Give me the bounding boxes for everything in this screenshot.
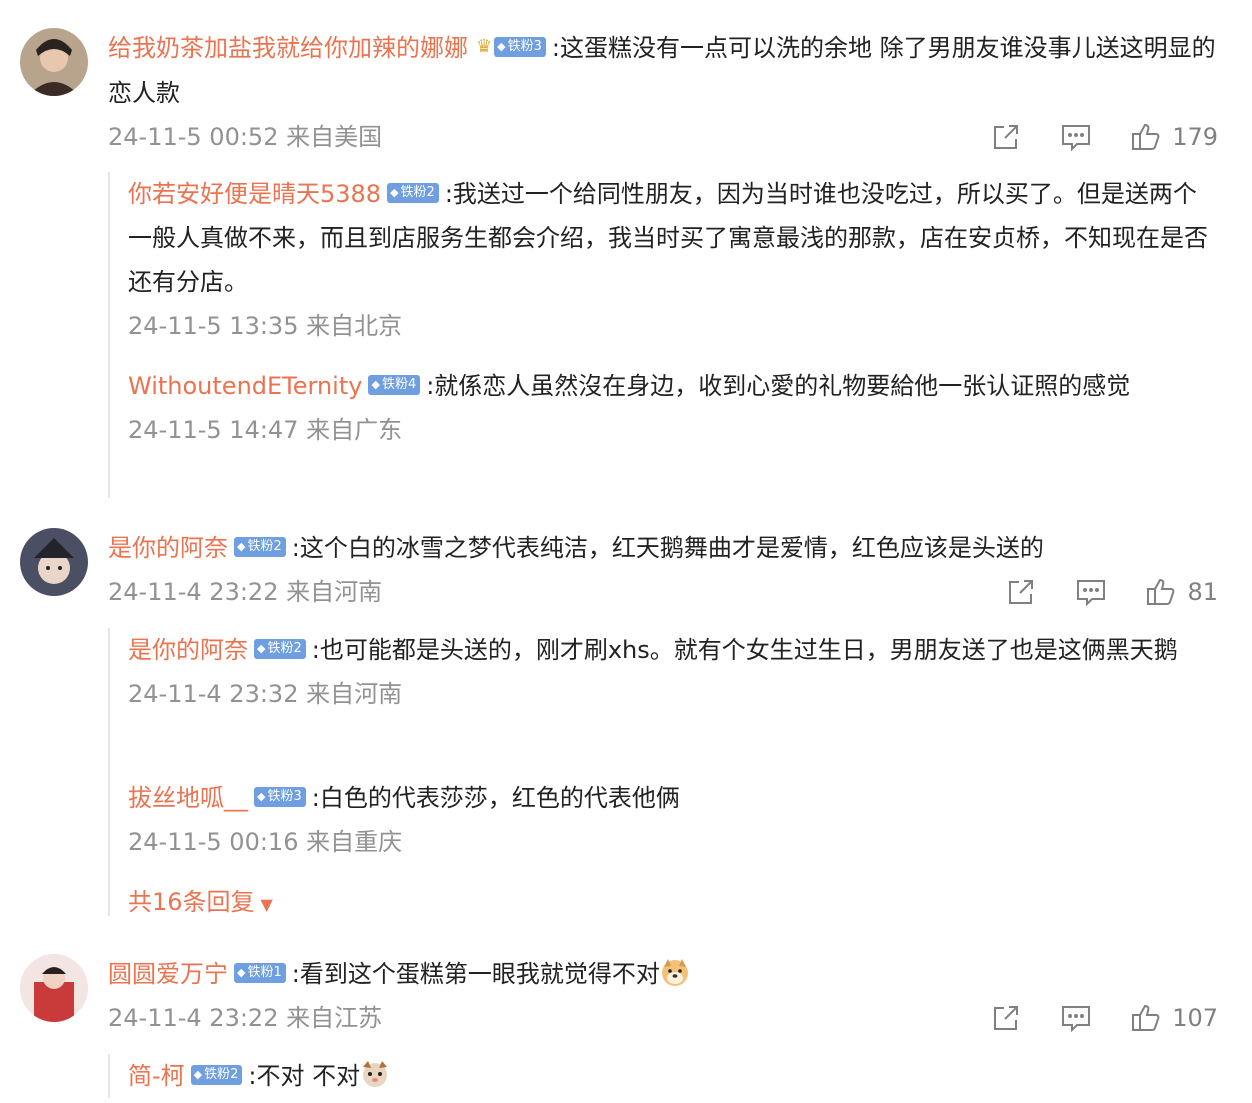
username-link[interactable]: 给我奶茶加盐我就给你加辣的娜娜 xyxy=(108,34,468,62)
like-count: 179 xyxy=(1172,123,1218,151)
like-button[interactable]: 179 xyxy=(1130,121,1218,153)
comment-icon xyxy=(1060,1002,1092,1034)
like-count: 81 xyxy=(1187,578,1218,606)
reply-thread: 是你的阿奈 ◆ 铁粉2:也可能都是头送的，刚才刷xhs。就有个女生过生日，男朋友送了… xyxy=(108,628,1178,916)
fan-badge[interactable]: ◆ 铁粉2 xyxy=(254,639,306,659)
reply-content: WithoutendETernity ◆ 铁粉4:就係恋人虽然沒在身边，收到心愛的礼… xyxy=(128,364,1208,408)
avatar[interactable] xyxy=(20,528,88,596)
more-replies-label[interactable]: 共16条回复 xyxy=(128,888,255,916)
share-icon xyxy=(990,121,1022,153)
like-count: 107 xyxy=(1172,1004,1218,1032)
comment-icon xyxy=(1075,576,1107,608)
share-icon xyxy=(990,1002,1022,1034)
reply-content: 你若安好便是晴天5388 ◆ 铁粉2:我送过一个给同性朋友，因为当时谁也没吃过，所以… xyxy=(128,172,1208,304)
reply-meta: 24-11-5 00:16 来自重庆 xyxy=(128,828,403,856)
share-button[interactable] xyxy=(990,1002,1022,1034)
more-replies-link[interactable]: 共16条回复 ▼ xyxy=(110,880,1218,927)
crown-icon: ♛ xyxy=(476,36,493,57)
fan-badge[interactable]: ◆ 铁粉2 xyxy=(190,1065,243,1085)
reply-item: 简-柯 ◆ 铁粉2:不对 不对 xyxy=(110,1054,1218,1098)
reply-item: WithoutendETernity ◆ 铁粉4:就係恋人虽然沒在身边，收到心愛的礼… xyxy=(110,364,1218,452)
comment-content: 给我奶茶加盐我就给你加辣的娜娜 ♛ ◆ 铁粉3:这蛋糕没有一点可以洗的余地 除了男朋友… xyxy=(108,26,1218,115)
comment-content: 圆圆爱万宁 ◆ 铁粉1:看到这个蛋糕第一眼我就觉得不对 xyxy=(108,952,1218,996)
reply-text: :也可能都是头送的，刚才刷xhs。就有个女生过生日，男朋友送了也是这俩黑天鹅 xyxy=(311,636,1178,664)
like-icon xyxy=(1145,576,1177,608)
reply-thread: 你若安好便是晴天5388 ◆ 铁粉2:我送过一个给同性朋友，因为当时谁也没吃过，所以… xyxy=(108,172,1208,498)
username-link[interactable]: 简-柯 xyxy=(128,1062,185,1090)
fan-badge[interactable]: ◆ 铁粉1 xyxy=(234,963,286,983)
dog-emoji-icon xyxy=(660,957,690,987)
cat-emoji-icon xyxy=(360,1059,390,1089)
reply-text: :不对 不对 xyxy=(248,1062,361,1090)
reply-meta: 24-11-5 14:47 来自广东 xyxy=(128,416,403,444)
username-link[interactable]: WithoutendETernity xyxy=(128,372,362,400)
avatar[interactable] xyxy=(20,954,88,1022)
fan-badge[interactable]: ◆ 铁粉2 xyxy=(234,537,286,557)
username-link[interactable]: 是你的阿奈 xyxy=(108,534,228,562)
share-button[interactable] xyxy=(990,121,1022,153)
username-link[interactable]: 圆圆爱万宁 xyxy=(108,960,228,988)
fan-badge[interactable]: ◆ 铁粉3 xyxy=(494,37,546,57)
username-link[interactable]: 是你的阿奈 xyxy=(128,636,248,664)
like-icon xyxy=(1130,1002,1162,1034)
reply-meta: 24-11-4 23:32 来自河南 xyxy=(128,680,403,708)
reply-content: 拔丝地呱__ ◆ 铁粉3:白色的代表莎莎，红色的代表他俩 xyxy=(128,776,1218,820)
comment-button[interactable] xyxy=(1075,576,1107,608)
comment-icon xyxy=(1060,121,1092,153)
reply-item: 拔丝地呱__ ◆ 铁粉3:白色的代表莎莎，红色的代表他俩 24-11-5 00:16… xyxy=(110,776,1218,864)
share-button[interactable] xyxy=(1005,576,1037,608)
avatar[interactable] xyxy=(20,28,88,96)
reply-meta: 24-11-5 13:35 来自北京 xyxy=(128,312,403,340)
username-link[interactable]: 拔丝地呱__ xyxy=(128,784,248,812)
reply-content: 是你的阿奈 ◆ 铁粉2:也可能都是头送的，刚才刷xhs。就有个女生过生日，男朋友送了… xyxy=(128,628,1208,672)
like-button[interactable]: 81 xyxy=(1145,576,1218,608)
reply-text: :白色的代表莎莎，红色的代表他俩 xyxy=(311,784,680,812)
fan-badge[interactable]: ◆ 铁粉4 xyxy=(368,375,421,395)
share-icon xyxy=(1005,576,1037,608)
comment-button[interactable] xyxy=(1060,121,1092,153)
reply-thread: 简-柯 ◆ 铁粉2:不对 不对 xyxy=(108,1054,388,1098)
like-button[interactable]: 107 xyxy=(1130,1002,1218,1034)
fan-badge[interactable]: ◆ 铁粉3 xyxy=(254,787,306,807)
username-link[interactable]: 你若安好便是晴天5388 xyxy=(128,180,381,208)
fan-badge[interactable]: ◆ 铁粉2 xyxy=(387,183,439,203)
reply-text: :就係恋人虽然沒在身边，收到心愛的礼物要給他一张认证照的感觉 xyxy=(426,372,1131,400)
comment-text: :看到这个蛋糕第一眼我就觉得不对 xyxy=(291,960,660,988)
comment-content: 是你的阿奈 ◆ 铁粉2:这个白的冰雪之梦代表纯洁，红天鹅舞曲才是爱情，红色应该是头送… xyxy=(108,526,1218,570)
reply-item: 你若安好便是晴天5388 ◆ 铁粉2:我送过一个给同性朋友，因为当时谁也没吃过，所以… xyxy=(110,172,1218,348)
reply-item: 是你的阿奈 ◆ 铁粉2:也可能都是头送的，刚才刷xhs。就有个女生过生日，男朋友送了… xyxy=(110,628,1218,716)
like-icon xyxy=(1130,121,1162,153)
comment-text: :这个白的冰雪之梦代表纯洁，红天鹅舞曲才是爱情，红色应该是头送的 xyxy=(291,534,1044,562)
reply-content: 简-柯 ◆ 铁粉2:不对 不对 xyxy=(128,1054,1218,1098)
comment-button[interactable] xyxy=(1060,1002,1092,1034)
caret-down-icon: ▼ xyxy=(260,895,273,914)
